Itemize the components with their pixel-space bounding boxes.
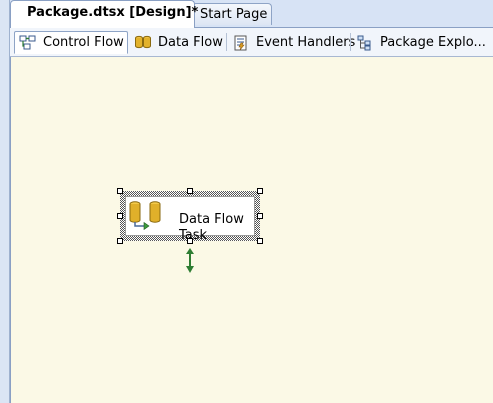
task-label-line2: Task xyxy=(179,228,208,243)
tab-package-explorer[interactable]: Package Explo... xyxy=(352,31,493,54)
tab-data-flow[interactable]: Data Flow xyxy=(130,31,227,54)
tab-package-explorer-label: Package Explo... xyxy=(380,35,486,50)
window-edge xyxy=(0,0,10,403)
tab-event-handlers[interactable]: Event Handlers xyxy=(228,31,355,54)
tab-start-page[interactable]: Start Page xyxy=(192,3,272,25)
resize-handle-top[interactable] xyxy=(187,188,193,194)
tab-package-design-label: Package.dtsx [Design]* xyxy=(27,5,199,20)
tab-data-flow-label: Data Flow xyxy=(158,35,223,50)
tab-separator xyxy=(226,33,227,51)
data-flow-icon xyxy=(135,35,151,48)
package-explorer-icon xyxy=(357,35,371,50)
resize-handle-left[interactable] xyxy=(117,213,123,219)
resize-handle-top-right[interactable] xyxy=(257,188,263,194)
precedence-constraint-arrow[interactable] xyxy=(184,246,196,276)
resize-handle-bottom[interactable] xyxy=(187,238,193,244)
tab-event-handlers-label: Event Handlers xyxy=(256,35,356,50)
tab-control-flow-label: Control Flow xyxy=(43,35,124,50)
designer-tab-strip: Control Flow Data Flow Event Handlers Pa… xyxy=(10,27,493,57)
data-flow-task-icon xyxy=(129,201,161,230)
control-flow-icon xyxy=(19,35,36,49)
tab-control-flow[interactable]: Control Flow xyxy=(14,31,128,54)
resize-handle-right[interactable] xyxy=(257,213,263,219)
resize-handle-top-left[interactable] xyxy=(117,188,123,194)
tab-start-page-label: Start Page xyxy=(200,7,268,22)
tab-package-design[interactable]: Package.dtsx [Design]* xyxy=(10,0,199,28)
tab-separator xyxy=(350,33,351,51)
resize-handle-bottom-right[interactable] xyxy=(257,238,263,244)
task-label-line1: Data Flow xyxy=(179,212,244,227)
event-handlers-icon xyxy=(234,35,247,50)
resize-handle-bottom-left[interactable] xyxy=(117,238,123,244)
